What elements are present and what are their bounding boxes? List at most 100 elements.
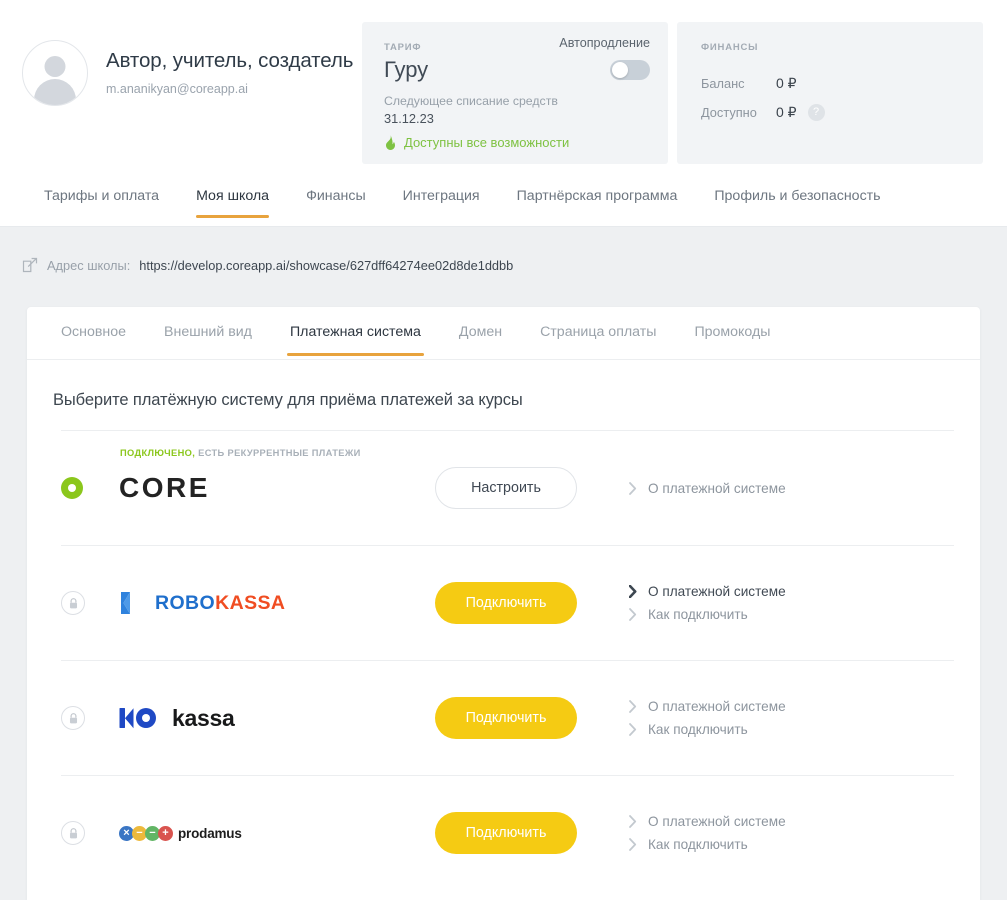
tab-integration[interactable]: Интеграция [403,180,480,217]
profile-block: Автор, учитель, создатель m.ananikyan@co… [0,0,360,106]
tariff-plan-name: Гуру [384,57,429,82]
connect-button[interactable]: Подключить [435,582,577,624]
link-about-payment-system[interactable]: О платежной системе [629,695,954,718]
radio-selected-icon[interactable] [61,477,83,499]
subtab-general[interactable]: Основное [61,307,126,355]
payment-system-links-yookassa: О платежной системе Как подключить [615,695,954,741]
payment-system-action-prodamus: Подключить [435,812,615,854]
payment-system-status-yookassa [61,706,119,730]
payment-system-links-core: О платежной системе [615,477,954,500]
tariff-feature-line: Доступны все возможности [384,134,646,150]
subtab-promocodes[interactable]: Промокоды [694,307,770,355]
account-header: Автор, учитель, создатель m.ananikyan@co… [0,0,1007,180]
toggle-knob [612,62,628,78]
chevron-right-icon [629,838,637,851]
finance-available-value: 0 ₽ [776,104,797,120]
tariff-feature-text: Доступны все возможности [404,134,570,150]
link-label: Как подключить [648,607,748,622]
payment-system-action-core: Настроить [435,467,615,509]
link-label: О платежной системе [648,699,786,714]
core-logo: CORE [119,472,210,503]
tab-finances[interactable]: Финансы [306,180,366,217]
payment-system-brand-core: ПОДКЛЮЧЕНО, ЕСТЬ РЕКУРРЕНТНЫЕ ПЛАТЕЖИ CO… [119,448,435,504]
robokassa-kassa-text: KASSA [215,591,286,614]
payment-system-row-core: ПОДКЛЮЧЕНО, ЕСТЬ РЕКУРРЕНТНЫЕ ПЛАТЕЖИ CO… [61,430,954,545]
link-about-payment-system[interactable]: О платежной системе [629,810,954,833]
link-about-payment-system[interactable]: О платежной системе [629,580,954,603]
tariff-card: ТАРИФ Гуру Следующее списание средств 31… [362,22,668,164]
prodamus-dots-icon: × − − + [119,825,173,841]
payment-system-brand-robokassa: ROBOKASSA [119,590,435,616]
link-label: О платежной системе [648,814,786,829]
profile-text: Автор, учитель, создатель m.ananikyan@co… [106,49,353,98]
lock-glyph-icon [69,712,77,723]
subtab-payment-system[interactable]: Платежная система [286,307,424,356]
page-body: Адрес школы: https://develop.coreapp.ai/… [0,227,1007,900]
chevron-right-icon [629,700,637,713]
badge-recurrent-text: ЕСТЬ РЕКУРРЕНТНЫЕ ПЛАТЕЖИ [198,448,361,458]
lock-glyph-icon [69,597,77,608]
link-how-to-connect[interactable]: Как подключить [629,718,954,741]
lock-icon[interactable] [61,591,85,615]
settings-panel: Основное Внешний вид Платежная система Д… [27,307,980,900]
payment-system-brand-prodamus: × − − + prodamus [119,825,435,841]
finance-eyebrow: ФИНАНСЫ [701,42,759,53]
payment-system-links-prodamus: О платежной системе Как подключить [615,810,954,856]
tab-my-school[interactable]: Моя школа [196,180,270,218]
yookassa-mark-icon [119,708,156,729]
payment-system-links-robokassa: О платежной системе Как подключить [615,580,954,626]
badge-connected-text: ПОДКЛЮЧЕНО, [120,448,196,458]
tariff-next-charge-label: Следующее списание средств [384,94,558,109]
yookassa-logo: kassa [119,705,435,732]
payment-system-badge-core: ПОДКЛЮЧЕНО, ЕСТЬ РЕКУРРЕНТНЫЕ ПЛАТЕЖИ [120,448,361,458]
tab-tariffs-and-payment[interactable]: Тарифы и оплата [44,180,159,217]
link-label: Как подключить [648,722,748,737]
profile-email: m.ananikyan@coreapp.ai [106,81,248,96]
payment-system-status-core [61,477,119,499]
prodamus-wordmark: prodamus [178,825,242,841]
tab-partner-program[interactable]: Партнёрская программа [517,180,678,217]
subtab-payment-page[interactable]: Страница оплаты [540,307,656,355]
payment-system-row-robokassa: ROBOKASSA Подключить О платежной системе… [61,545,954,660]
help-icon[interactable]: ? [807,104,825,121]
profile-name: Автор, учитель, создатель [106,48,354,72]
chevron-right-icon [629,608,637,621]
lock-icon[interactable] [61,821,85,845]
payment-system-action-robokassa: Подключить [435,582,615,624]
school-address-label: Адрес школы: [47,257,131,273]
payment-system-row-yookassa: kassa Подключить О платежной системе Как… [61,660,954,775]
link-about-payment-system[interactable]: О платежной системе [629,477,954,500]
robokassa-logo: ROBOKASSA [119,590,435,616]
link-label: Как подключить [648,837,748,852]
external-link-icon[interactable] [22,257,38,273]
payment-system-status-robokassa [61,591,119,615]
subtab-appearance[interactable]: Внешний вид [164,307,252,355]
link-how-to-connect[interactable]: Как подключить [629,833,954,856]
lock-icon[interactable] [61,706,85,730]
link-how-to-connect[interactable]: Как подключить [629,603,954,626]
configure-button[interactable]: Настроить [435,467,577,509]
autorenew-toggle[interactable] [610,60,650,80]
finance-balance-label: Баланс [701,76,745,91]
flame-icon [386,134,395,150]
lock-glyph-icon [69,827,77,838]
tab-profile-and-security[interactable]: Профиль и безопасность [714,180,880,217]
finance-rows: Баланс 0 ₽ Доступно 0 ₽ ? [701,69,961,127]
autorenew-label: Автопродление [559,36,650,50]
main-tab-bar: Тарифы и оплата Моя школа Финансы Интегр… [0,180,1007,227]
connect-button[interactable]: Подключить [435,697,577,739]
link-label: О платежной системе [648,480,786,496]
school-address-value[interactable]: https://develop.coreapp.ai/showcase/627d… [139,258,513,273]
chevron-right-icon [629,481,637,495]
payment-systems-list: ПОДКЛЮЧЕНО, ЕСТЬ РЕКУРРЕНТНЫЕ ПЛАТЕЖИ CO… [27,430,980,890]
payment-system-status-prodamus [61,821,119,845]
link-label: О платежной системе [648,584,786,599]
yookassa-wordmark: kassa [172,704,235,731]
avatar [22,40,88,106]
subtab-domain[interactable]: Домен [459,307,502,355]
connect-button[interactable]: Подключить [435,812,577,854]
robokassa-wordmark: ROBOKASSA [155,592,285,615]
finance-card: ФИНАНСЫ Баланс 0 ₽ Доступно 0 ₽ ? [677,22,983,164]
finance-balance-value: 0 ₽ [776,75,797,91]
finance-row-available: Доступно 0 ₽ ? [701,98,961,127]
